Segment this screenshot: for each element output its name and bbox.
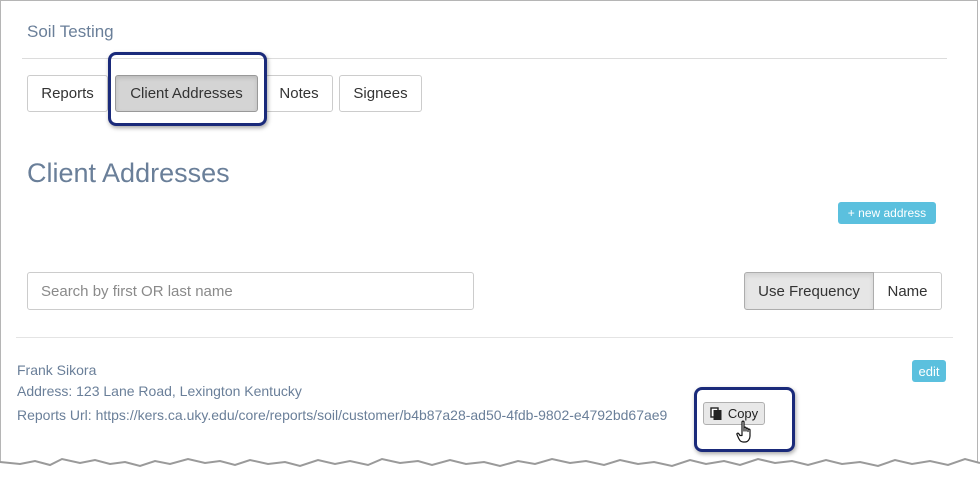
tab-signees[interactable]: Signees <box>339 75 422 112</box>
edit-button[interactable]: edit <box>912 360 946 382</box>
divider <box>16 337 953 338</box>
torn-edge-effect <box>0 457 980 495</box>
sort-toggle-group: Use Frequency Name <box>744 272 942 310</box>
divider <box>22 58 947 59</box>
tab-notes[interactable]: Notes <box>265 75 333 112</box>
client-address: Address: 123 Lane Road, Lexington Kentuc… <box>17 383 302 399</box>
copy-button-label: Copy <box>727 406 759 421</box>
client-name: Frank Sikora <box>17 362 97 378</box>
page-header-title: Soil Testing <box>27 22 114 41</box>
client-reports-url: Reports Url: https://kers.ca.uky.edu/cor… <box>17 407 668 423</box>
tab-client-addresses[interactable]: Client Addresses <box>115 75 258 112</box>
sort-use-frequency-button[interactable]: Use Frequency <box>744 272 874 310</box>
copy-icon <box>710 407 722 420</box>
section-title: Client Addresses <box>27 158 230 188</box>
sort-name-button[interactable]: Name <box>874 272 942 310</box>
new-address-button[interactable]: + new address <box>838 202 936 224</box>
tab-reports[interactable]: Reports <box>27 75 108 112</box>
search-input[interactable] <box>27 272 474 310</box>
